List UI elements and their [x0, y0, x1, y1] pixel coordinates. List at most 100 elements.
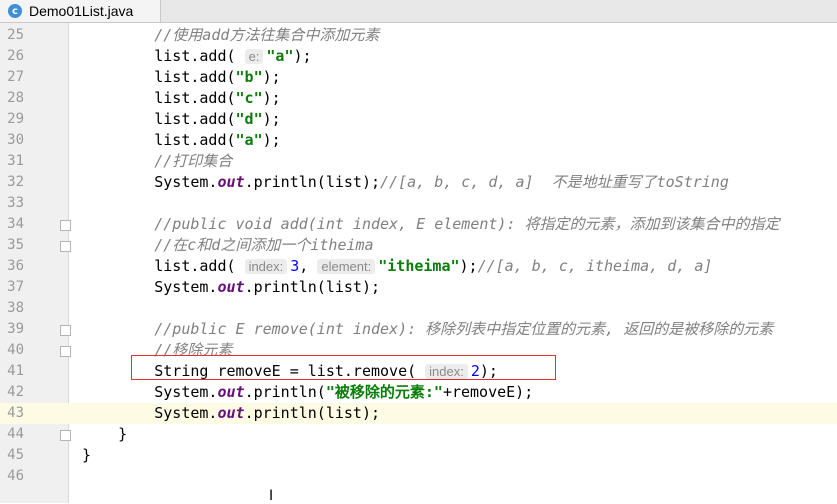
code-text: //使用add方法往集合中添加元素 [82, 25, 379, 46]
code-text: list.add("d"); [82, 109, 281, 130]
code-token: //public void add(int index, E element):… [154, 215, 780, 233]
fold-marker-icon[interactable] [60, 346, 71, 357]
code-token: list.add( [82, 68, 236, 86]
code-token: //[a, b, c, d, a] 不是地址重写了toString [380, 173, 729, 191]
code-line[interactable]: 25 //使用add方法往集合中添加元素 [0, 25, 837, 46]
line-number: 25 [7, 27, 24, 43]
code-token: list.add( [82, 47, 245, 65]
line-number: 34 [7, 216, 24, 232]
code-token: //在c和d之间添加一个itheima [154, 236, 374, 254]
code-text: //public E remove(int index): 移除列表中指定位置的… [82, 319, 773, 340]
code-token: System. [82, 383, 218, 401]
line-number: 39 [7, 321, 24, 337]
code-line[interactable]: 36 list.add( index: 3, element: "itheima")… [0, 256, 837, 277]
line-number: 41 [7, 363, 24, 379]
code-token: list.add( [82, 89, 236, 107]
code-text: //移除元素 [82, 340, 232, 361]
code-text: //public void add(int index, E element):… [82, 214, 780, 235]
code-text: list.add("b"); [82, 67, 280, 88]
code-text: System.out.println("被移除的元素:"+removeE); [82, 382, 533, 403]
code-line[interactable]: 39 //public E remove(int index): 移除列表中指定… [0, 319, 837, 340]
code-token: .println(list); [244, 173, 381, 191]
code-token: .println(list); [244, 404, 381, 422]
code-line[interactable]: 41 String removeE = list.remove( index: 2… [0, 361, 837, 382]
code-line[interactable]: 33 [0, 193, 837, 214]
line-number: 42 [7, 384, 24, 400]
parameter-hint: e: [244, 49, 264, 64]
line-number: 38 [7, 300, 24, 316]
code-text: list.add( index: 3, element: "itheima");//… [82, 256, 712, 277]
code-line[interactable]: 30 list.add("a"); [0, 130, 837, 151]
code-text: //打印集合 [82, 151, 232, 172]
code-token: out [217, 173, 245, 191]
code-token: out [217, 404, 245, 422]
code-line[interactable]: 37 System.out.println(list); [0, 277, 837, 298]
code-token: //打印集合 [154, 152, 233, 170]
code-token: out [217, 383, 245, 401]
code-text: String removeE = list.remove( index: 2); [82, 361, 498, 382]
line-number: 45 [7, 447, 24, 463]
line-number: 43 [7, 405, 24, 421]
java-class-icon: c [8, 4, 22, 18]
text-cursor-icon: I [269, 488, 274, 504]
code-token: out [217, 278, 245, 296]
code-line[interactable]: 43 System.out.println(list); [0, 403, 837, 424]
code-line[interactable]: 45} [0, 445, 837, 466]
code-token: 2 [470, 362, 480, 380]
code-token: //[a, b, c, itheima, d, a] [477, 257, 713, 275]
code-line[interactable]: 42 System.out.println("被移除的元素:"+removeE)… [0, 382, 837, 403]
parameter-hint: element: [317, 259, 376, 274]
code-token: "a" [235, 131, 263, 149]
fold-marker-icon[interactable] [60, 430, 71, 441]
code-token: //public E remove(int index): 移除列表中指定位置的… [154, 320, 774, 338]
line-number: 46 [7, 468, 24, 484]
code-token: //移除元素 [154, 341, 233, 359]
line-number: 26 [7, 48, 24, 64]
code-line[interactable]: 44 } [0, 424, 837, 445]
code-text: } [82, 424, 127, 445]
code-token: .println(list); [244, 278, 381, 296]
code-line[interactable]: 40 //移除元素 [0, 340, 837, 361]
code-line[interactable]: 26 list.add( e: "a"); [0, 46, 837, 67]
code-token: ); [262, 110, 281, 128]
code-token: System. [82, 173, 218, 191]
code-line[interactable]: 27 list.add("b"); [0, 67, 837, 88]
code-line[interactable]: 35 //在c和d之间添加一个itheima [0, 235, 837, 256]
code-token: "b" [235, 68, 263, 86]
fold-marker-icon[interactable] [60, 241, 71, 252]
code-line[interactable]: 38 [0, 298, 837, 319]
code-token: "d" [235, 110, 263, 128]
code-line[interactable]: 28 list.add("c"); [0, 88, 837, 109]
line-number: 28 [7, 90, 24, 106]
code-line[interactable]: 29 list.add("d"); [0, 109, 837, 130]
code-token: list.add( [82, 131, 236, 149]
tab-demo01list[interactable]: c Demo01List.java [0, 0, 161, 22]
code-text: System.out.println(list);//[a, b, c, d, … [82, 172, 729, 193]
code-token: System. [82, 278, 218, 296]
code-token: } [82, 425, 128, 443]
code-token: "itheima" [378, 257, 460, 275]
code-line[interactable]: 31 //打印集合 [0, 151, 837, 172]
code-token: String removeE = list.remove( [82, 362, 426, 380]
code-token: System. [82, 404, 218, 422]
fold-marker-icon[interactable] [60, 325, 71, 336]
fold-marker-icon[interactable] [60, 220, 71, 231]
code-token: ); [479, 362, 498, 380]
code-text: list.add("c"); [82, 88, 280, 109]
code-token: 3 [290, 257, 300, 275]
code-line[interactable]: 32 System.out.println(list);//[a, b, c, … [0, 172, 837, 193]
line-number: 44 [7, 426, 24, 442]
line-number: 29 [7, 111, 24, 127]
parameter-hint: index: [425, 364, 468, 379]
code-line[interactable]: 46 [0, 466, 837, 487]
code-token: "被移除的元素:" [325, 383, 443, 401]
line-number: 30 [7, 132, 24, 148]
code-token: ); [262, 131, 281, 149]
code-token: "c" [235, 89, 263, 107]
code-text: list.add("a"); [82, 130, 281, 151]
line-number: 37 [7, 279, 24, 295]
code-line[interactable]: 34 //public void add(int index, E elemen… [0, 214, 837, 235]
